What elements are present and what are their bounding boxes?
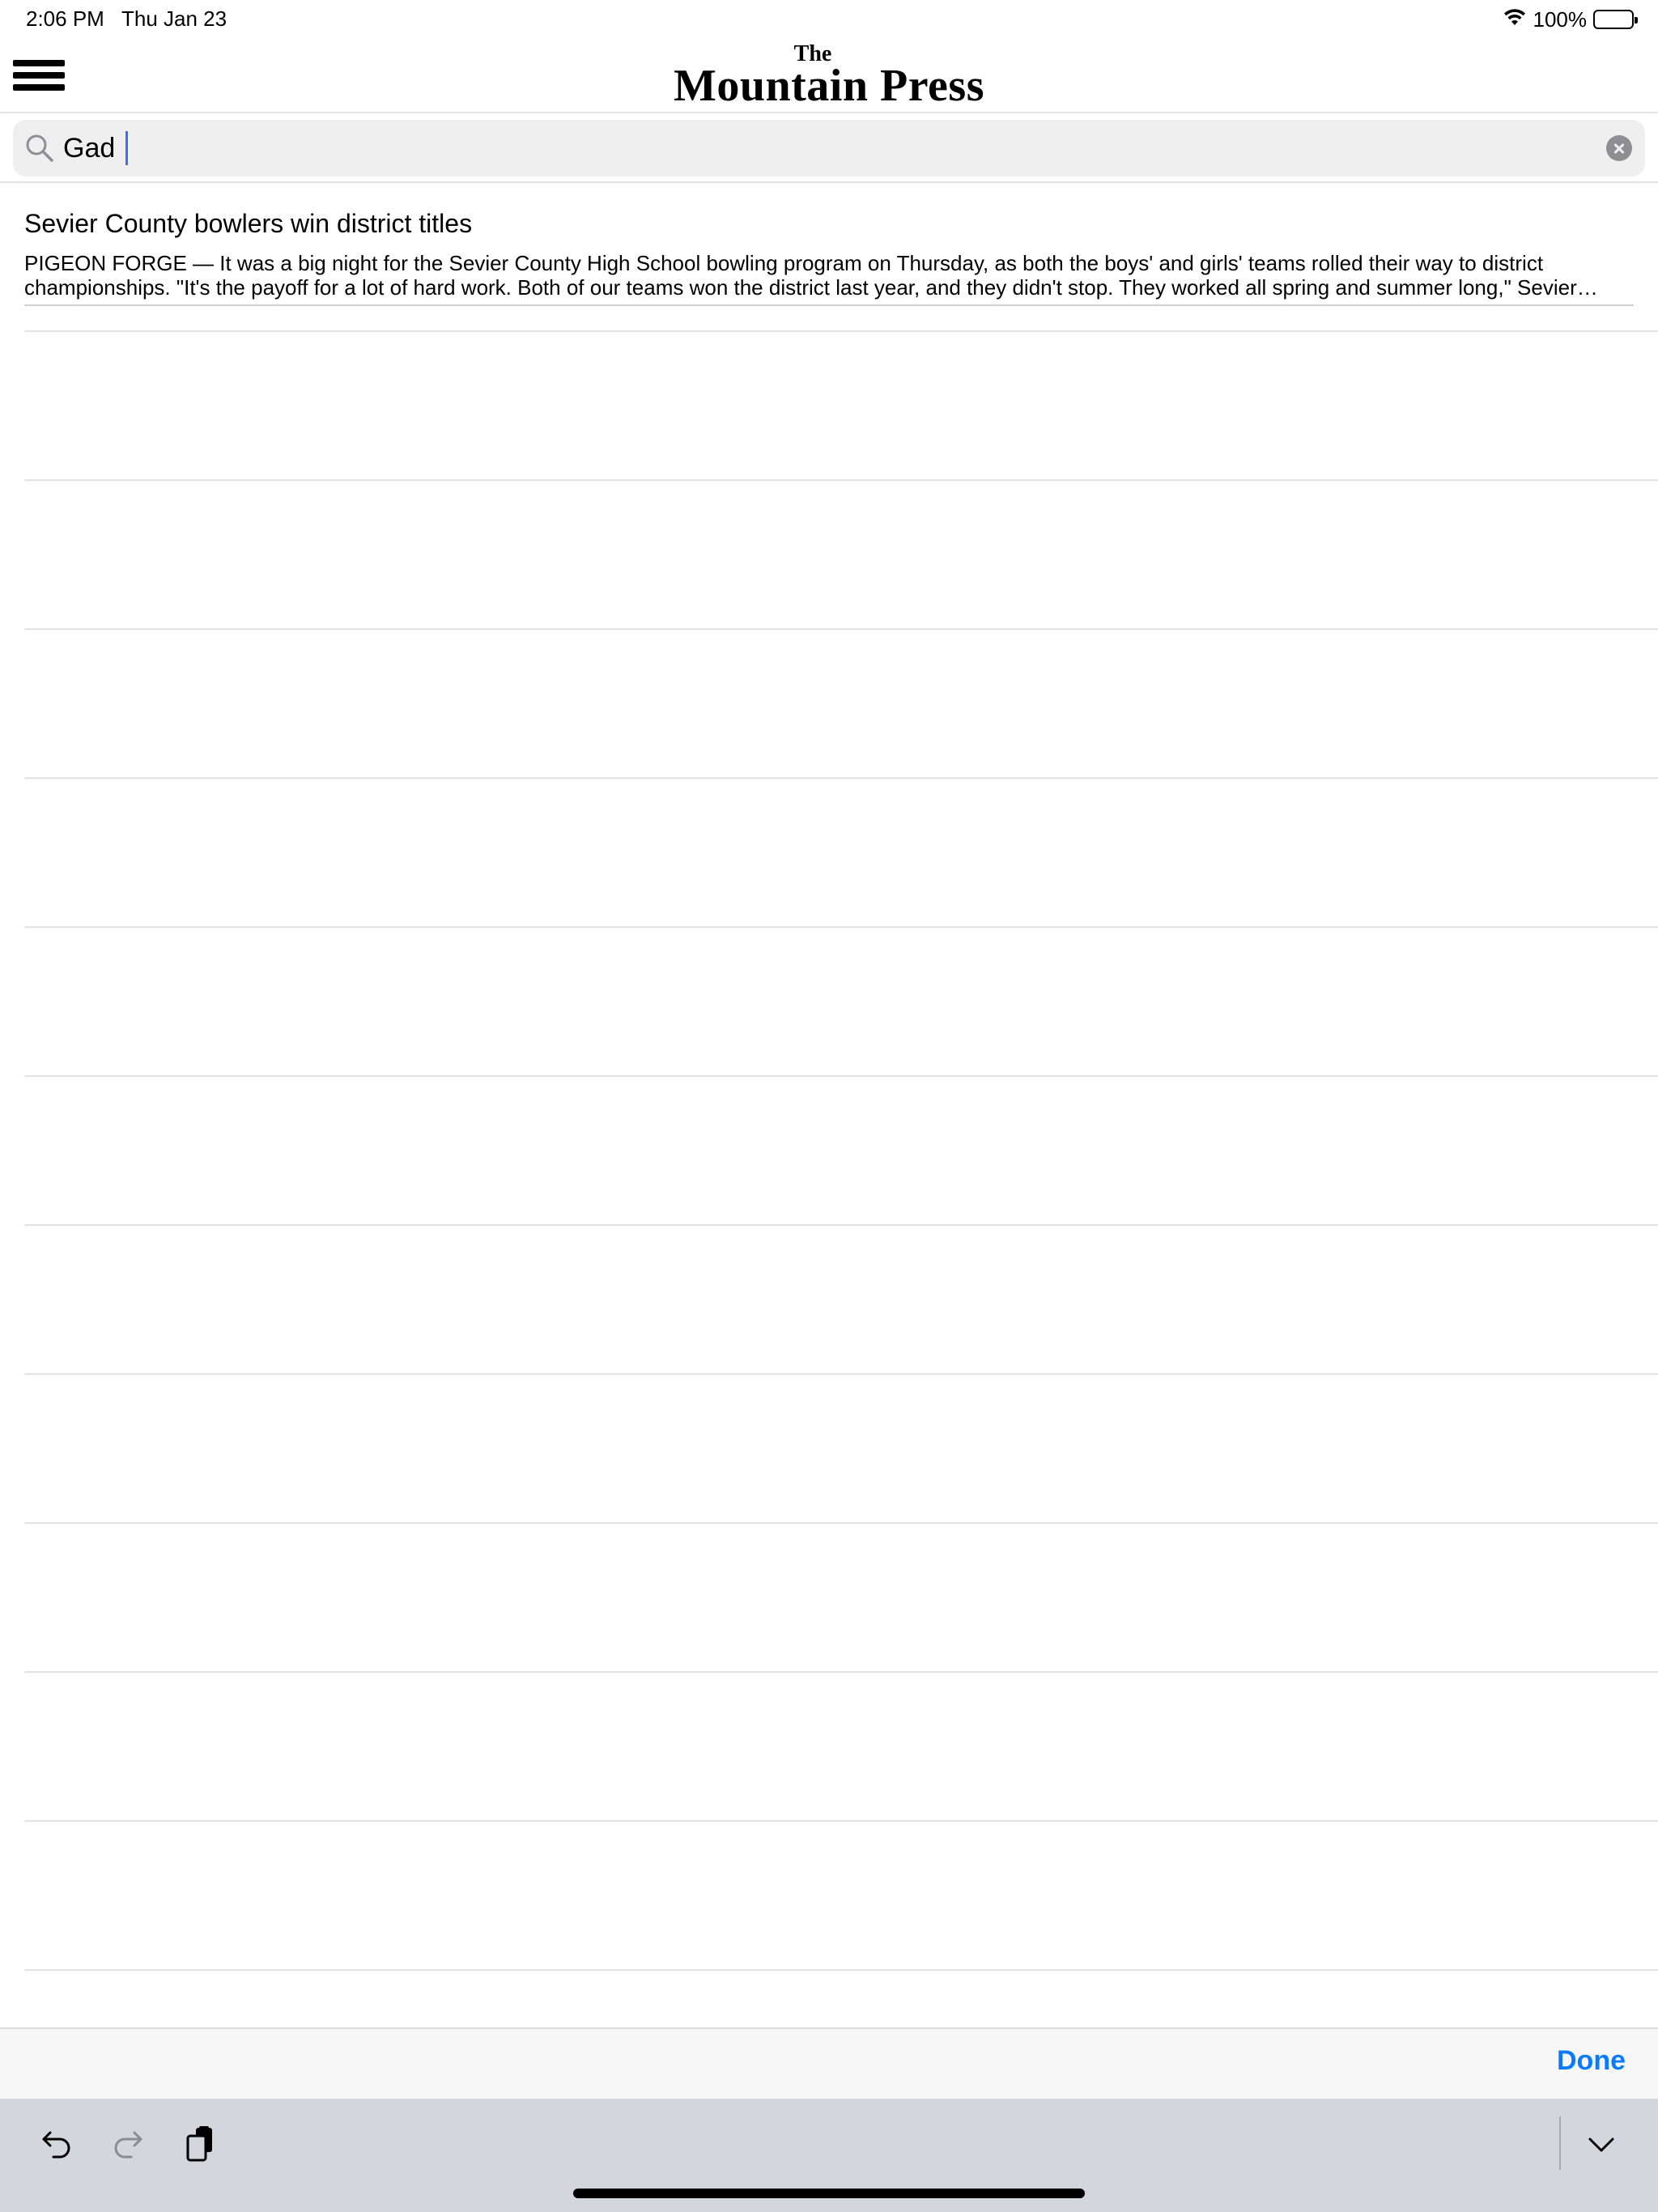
result-snippet-line: PIGEON FORGE — It was a big night for th… bbox=[24, 251, 1544, 275]
undo-icon[interactable] bbox=[31, 2118, 83, 2170]
empty-row bbox=[24, 1673, 1658, 1822]
result-snippet: PIGEON FORGE — It was a big night for th… bbox=[24, 251, 1635, 300]
empty-row bbox=[24, 928, 1658, 1077]
empty-row bbox=[24, 1524, 1658, 1673]
redo-icon[interactable] bbox=[102, 2118, 154, 2170]
text-caret bbox=[125, 131, 128, 165]
empty-row bbox=[24, 630, 1658, 779]
dismiss-keyboard-icon[interactable] bbox=[1575, 2118, 1627, 2170]
empty-row bbox=[24, 1822, 1658, 1971]
paste-icon[interactable] bbox=[175, 2118, 227, 2170]
status-time: 2:06 PM bbox=[26, 6, 104, 31]
status-bar: 2:06 PM Thu Jan 23 100% bbox=[0, 0, 1658, 39]
result-underline bbox=[24, 304, 1634, 306]
search-icon bbox=[24, 133, 55, 164]
search-input[interactable] bbox=[63, 120, 1601, 177]
app-header: The Mountain Press bbox=[0, 39, 1658, 113]
status-right: 100% bbox=[1503, 6, 1638, 32]
input-accessory-bar: Done bbox=[0, 2027, 1658, 2099]
search-field-container[interactable] bbox=[13, 120, 1645, 177]
empty-row bbox=[24, 779, 1658, 928]
empty-row bbox=[24, 1375, 1658, 1524]
search-bar bbox=[0, 115, 1658, 183]
done-button[interactable]: Done bbox=[1557, 2045, 1626, 2077]
empty-row bbox=[24, 481, 1658, 630]
app-root: 2:06 PM Thu Jan 23 100% The Mountain Pre… bbox=[0, 0, 1658, 2212]
list-item[interactable]: Sevier County bowlers win district title… bbox=[0, 185, 1658, 332]
wifi-icon bbox=[1503, 7, 1527, 32]
search-results-list: Sevier County bowlers win district title… bbox=[0, 185, 1658, 332]
clear-icon[interactable] bbox=[1606, 135, 1632, 161]
empty-row bbox=[24, 1077, 1658, 1226]
result-title: Sevier County bowlers win district title… bbox=[24, 209, 473, 238]
shortcut-divider bbox=[1559, 2116, 1561, 2170]
battery-percent: 100% bbox=[1533, 6, 1588, 32]
home-indicator[interactable] bbox=[573, 2189, 1085, 2198]
empty-rows bbox=[0, 332, 1658, 1971]
empty-row bbox=[24, 332, 1658, 481]
battery-icon bbox=[1593, 10, 1638, 29]
empty-row bbox=[24, 1226, 1658, 1375]
result-snippet-line: championships. "It's the payoff for a lo… bbox=[24, 275, 1598, 300]
status-date: Thu Jan 23 bbox=[121, 6, 227, 31]
logo-name: Mountain Press bbox=[674, 61, 984, 111]
masthead-logo: The Mountain Press bbox=[0, 43, 1658, 111]
